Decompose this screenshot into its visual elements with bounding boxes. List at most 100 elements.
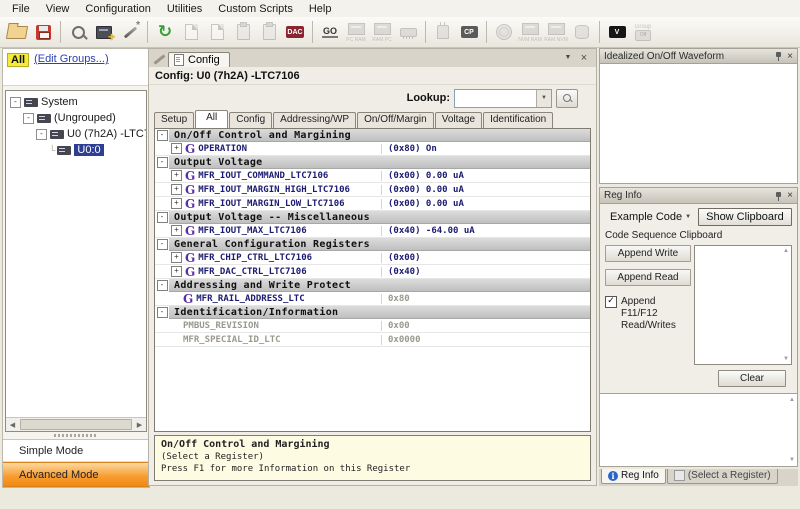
menu-view[interactable]: View xyxy=(38,2,78,16)
scroll-up-icon[interactable]: ▲ xyxy=(789,397,795,403)
nvm-store-button[interactable] xyxy=(569,19,595,45)
group-all-badge[interactable]: All xyxy=(7,53,29,67)
collapse-toggle-icon[interactable]: - xyxy=(157,130,168,141)
collapse-toggle-icon[interactable]: - xyxy=(157,239,168,250)
append-f11-f12-checkbox[interactable]: ✓ xyxy=(605,296,617,308)
ram-to-pc-button[interactable]: RAM PC xyxy=(369,19,395,45)
vdac-button[interactable]: V xyxy=(604,19,630,45)
tab-list-dropdown-button[interactable]: ▼ xyxy=(562,52,574,61)
register-row-pmbus-revision[interactable]: PMBUS_REVISION0x00 xyxy=(155,319,590,333)
tab-all[interactable]: All xyxy=(195,110,228,128)
collapse-toggle-icon[interactable]: - xyxy=(157,157,168,168)
close-icon[interactable]: × xyxy=(787,51,793,62)
add-device-button[interactable]: + xyxy=(91,19,117,45)
example-code-dropdown[interactable]: Example Code ▼ xyxy=(605,208,696,226)
chevron-down-icon[interactable]: ▼ xyxy=(536,90,551,107)
nvm-to-ram-button[interactable]: NVM RAM xyxy=(517,19,543,45)
scroll-down-icon[interactable]: ▼ xyxy=(783,356,789,362)
tab-config[interactable]: Config xyxy=(229,112,272,128)
simple-mode-button[interactable]: Simple Mode xyxy=(3,440,149,462)
setup-wizard-button[interactable]: * xyxy=(117,19,143,45)
tree-node-u0-0[interactable]: └U0:0 xyxy=(7,142,146,158)
scroll-right-icon[interactable]: ▶ xyxy=(133,421,146,429)
expand-toggle-icon[interactable]: - xyxy=(36,129,47,140)
go-online-pc-ram-button[interactable]: GO xyxy=(317,19,343,45)
expand-toggle-icon[interactable]: - xyxy=(23,113,34,124)
open-file-button[interactable] xyxy=(4,19,30,45)
dac-button[interactable]: DAC xyxy=(282,19,308,45)
telemetry-button[interactable] xyxy=(178,19,204,45)
append-write-button[interactable]: Append Write xyxy=(605,245,691,262)
register-row-mfr-rail-address-ltc[interactable]: GMFR_RAIL_ADDRESS_LTC0x80 xyxy=(155,292,590,306)
ram-to-nvm-button[interactable] xyxy=(395,19,421,45)
splitter-grip[interactable] xyxy=(3,432,149,439)
cp-fault-button[interactable]: CP xyxy=(456,19,482,45)
pin-icon[interactable] xyxy=(774,51,783,61)
ram-to-nvm2-button[interactable]: RAM NVM xyxy=(543,19,569,45)
register-row-mfr-iout-margin-high-ltc7106[interactable]: +GMFR_IOUT_MARGIN_HIGH_LTC7106(0x00) 0.0… xyxy=(155,183,590,197)
advanced-mode-button[interactable]: Advanced Mode xyxy=(3,462,149,487)
copy-button[interactable] xyxy=(204,19,230,45)
close-icon[interactable]: × xyxy=(787,190,793,201)
tree-node-ungrouped[interactable]: -(Ungrouped) xyxy=(7,110,146,126)
group-off-button[interactable]: GroupOff xyxy=(630,19,656,45)
scroll-left-icon[interactable]: ◀ xyxy=(6,421,19,429)
tab-identification[interactable]: Identification xyxy=(483,112,553,128)
example-code-view[interactable]: ▲ ▼ xyxy=(600,393,797,466)
expand-register-icon[interactable]: + xyxy=(171,198,182,209)
plug-button[interactable] xyxy=(430,19,456,45)
tree-node-system[interactable]: -System xyxy=(7,94,146,110)
expand-register-icon[interactable]: + xyxy=(171,143,182,154)
tab-voltage[interactable]: Voltage xyxy=(435,112,482,128)
tab-addressing-wp[interactable]: Addressing/WP xyxy=(273,112,356,128)
register-row-operation[interactable]: +GOPERATION(0x80) On xyxy=(155,142,590,156)
menu-configuration[interactable]: Configuration xyxy=(77,2,158,16)
edit-groups-link[interactable]: (Edit Groups...) xyxy=(34,53,109,65)
collapse-toggle-icon[interactable]: - xyxy=(157,212,168,223)
go-online-button[interactable]: ↻ xyxy=(152,19,178,45)
register-row-mfr-chip-ctrl-ltc7106[interactable]: +GMFR_CHIP_CTRL_LTC7106(0x00) xyxy=(155,251,590,265)
code-sequence-listbox[interactable]: ▲ ▼ xyxy=(694,245,792,365)
pin-icon[interactable] xyxy=(774,191,783,201)
collapse-toggle-icon[interactable]: - xyxy=(157,280,168,291)
expand-toggle-icon[interactable]: - xyxy=(10,97,21,108)
dock-tab-select-a-register[interactable]: (Select a Register) xyxy=(667,469,778,484)
tab-close-button[interactable]: × xyxy=(578,52,590,64)
expand-register-icon[interactable]: + xyxy=(171,266,182,277)
tab-on-off-margin[interactable]: On/Off/Margin xyxy=(357,112,434,128)
paste-special-button[interactable] xyxy=(256,19,282,45)
register-row-mfr-iout-command-ltc7106[interactable]: +GMFR_IOUT_COMMAND_LTC7106(0x00) 0.00 uA xyxy=(155,169,590,183)
collapse-toggle-icon[interactable]: - xyxy=(157,307,168,318)
tree-horizontal-scrollbar[interactable]: ◀ ▶ xyxy=(6,417,146,431)
tree-node-u0-7h2a-ltc7106[interactable]: -U0 (7h2A) -LTC7106 xyxy=(7,126,146,142)
find-register-button[interactable] xyxy=(65,19,91,45)
scroll-up-icon[interactable]: ▲ xyxy=(783,248,789,254)
register-row-mfr-iout-margin-low-ltc7106[interactable]: +GMFR_IOUT_MARGIN_LOW_LTC7106(0x00) 0.00… xyxy=(155,197,590,211)
expand-register-icon[interactable]: + xyxy=(171,184,182,195)
clear-button[interactable]: Clear xyxy=(718,370,786,387)
menu-utilities[interactable]: Utilities xyxy=(159,2,210,16)
config-document-tab[interactable]: Config xyxy=(168,52,230,67)
paste-button[interactable] xyxy=(230,19,256,45)
append-read-button[interactable]: Append Read xyxy=(605,269,691,286)
register-row-mfr-dac-ctrl-ltc7106[interactable]: +GMFR_DAC_CTRL_LTC7106(0x40) xyxy=(155,265,590,279)
lookup-combobox[interactable]: ▼ xyxy=(454,89,552,108)
tab-setup[interactable]: Setup xyxy=(154,112,194,128)
lookup-search-button[interactable] xyxy=(556,89,578,108)
scroll-down-icon[interactable]: ▼ xyxy=(789,457,795,463)
menu-custom-scripts[interactable]: Custom Scripts xyxy=(210,2,301,16)
menu-help[interactable]: Help xyxy=(301,2,340,16)
expand-register-icon[interactable]: + xyxy=(171,252,182,263)
pc-to-ram-button[interactable]: PC RAM xyxy=(343,19,369,45)
register-row-mfr-special-id-ltc[interactable]: MFR_SPECIAL_ID_LTC0x0000 xyxy=(155,333,590,347)
menu-file[interactable]: File xyxy=(4,2,38,16)
expand-register-icon[interactable]: + xyxy=(171,225,182,236)
save-file-button[interactable] xyxy=(30,19,56,45)
reset-button[interactable] xyxy=(491,19,517,45)
scrollbar-thumb[interactable] xyxy=(20,419,132,430)
register-value: (0x00) xyxy=(381,253,590,263)
show-clipboard-button[interactable]: Show Clipboard xyxy=(698,208,792,226)
dock-tab-reg-info[interactable]: iReg Info xyxy=(601,469,666,484)
expand-register-icon[interactable]: + xyxy=(171,170,182,181)
register-row-mfr-iout-max-ltc7106[interactable]: +GMFR_IOUT_MAX_LTC7106(0x40) -64.00 uA xyxy=(155,224,590,238)
